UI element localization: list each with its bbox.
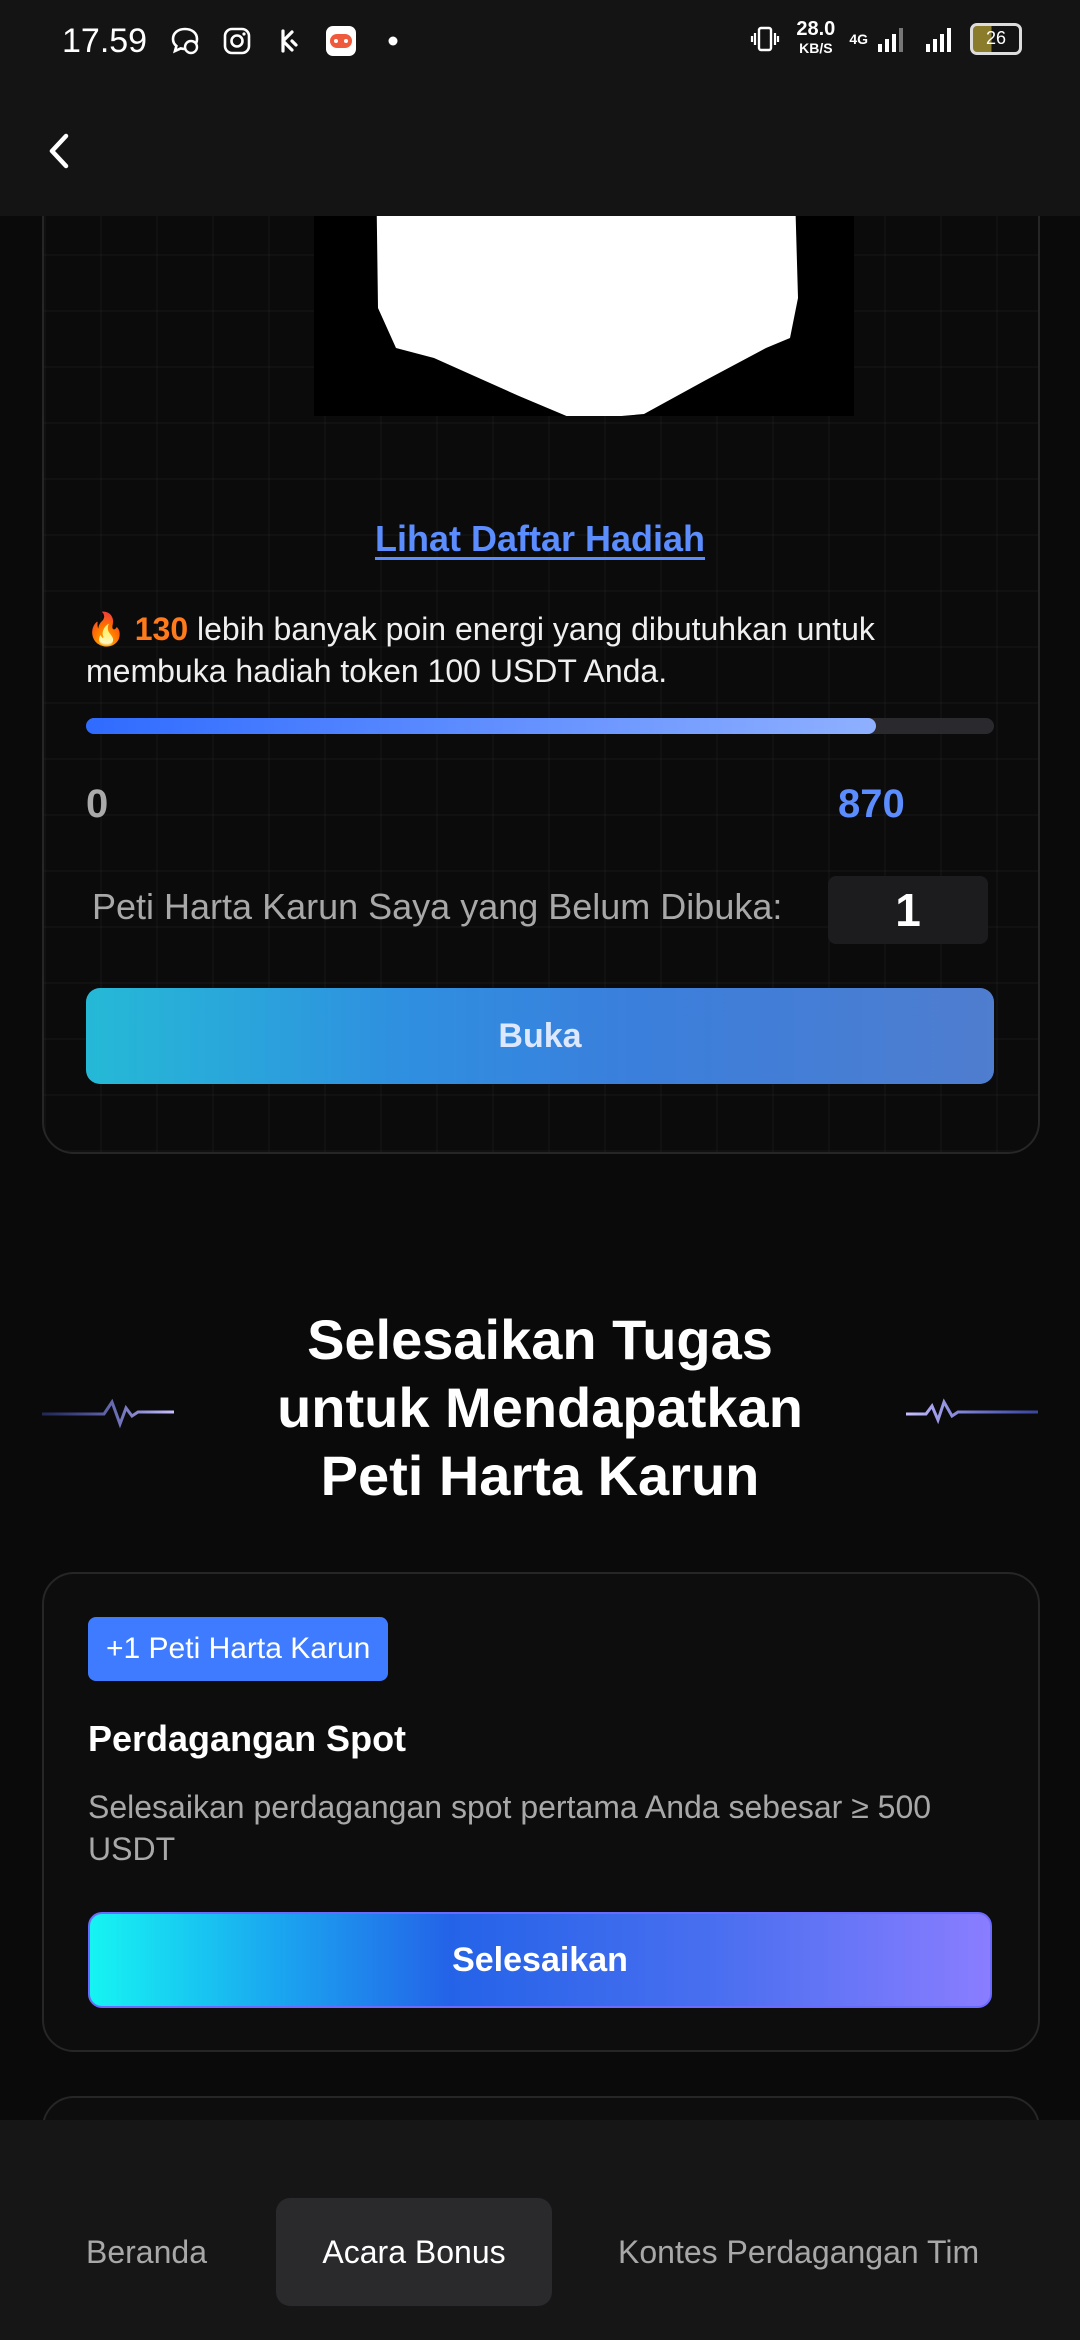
chevron-left-icon (49, 133, 69, 169)
status-time: 17.59 (62, 22, 148, 60)
notification-icons (168, 24, 410, 58)
view-prize-list-link[interactable]: Lihat Daftar Hadiah (0, 518, 1080, 560)
reward-badge: +1 Peti Harta Karun (88, 1617, 389, 1681)
progress-max-label: 870 (838, 782, 905, 826)
signal-icon (922, 22, 956, 56)
energy-progress-bar (86, 718, 994, 734)
nav-tab-team-trading-contest[interactable]: Kontes Perdagangan Tim (618, 2198, 979, 2306)
status-bar: 17.59 28.0 KB/S 4G 26 (0, 0, 1080, 86)
task-description: Selesaikan perdagangan spot pertama Anda… (88, 1789, 932, 1867)
energy-progress-fill (86, 718, 876, 734)
back-button[interactable] (36, 126, 86, 176)
vibrate-icon (748, 22, 782, 56)
battery-icon: 26 (970, 22, 1022, 55)
net-speed-unit: KB/S (799, 40, 833, 56)
page-content: Lihat Daftar Hadiah 🔥 130 lebih banyak p… (0, 216, 1080, 2120)
network-type: 4G (849, 30, 868, 47)
progress-message-text: lebih banyak poin energi yang dibutuhkan… (86, 611, 875, 689)
instagram-icon (220, 24, 254, 58)
tasks-section-title: Selesaikan Tugas untuk Mendapatkan Peti … (0, 1306, 1080, 1510)
battery-level: 26 (985, 28, 1007, 48)
title-line-1: Selesaikan Tugas (307, 1308, 773, 1371)
net-speed-value: 28.0 (796, 18, 836, 40)
nav-tab-bonus-events[interactable]: Acara Bonus (276, 2198, 552, 2306)
nav-tab-home[interactable]: Beranda (86, 2198, 207, 2306)
signal-4g-icon (874, 22, 908, 56)
complete-task-button[interactable]: Selesaikan (88, 1912, 992, 2008)
title-line-2: untuk Mendapatkan (277, 1376, 803, 1439)
unopened-chests-label: Peti Harta Karun Saya yang Belum Dibuka: (92, 886, 783, 927)
game-app-icon (324, 24, 358, 58)
kucoin-icon (272, 24, 306, 58)
open-chest-button[interactable]: Buka (86, 988, 994, 1084)
unopened-chests-count: 1 (828, 876, 988, 944)
title-line-3: Peti Harta Karun (320, 1444, 760, 1507)
more-notifications-dot (376, 24, 410, 58)
messenger-icon (168, 24, 202, 58)
prize-image (314, 216, 854, 420)
energy-progress-message: 🔥 130 lebih banyak poin energi yang dibu… (86, 608, 986, 692)
points-needed: 130 (134, 611, 189, 647)
fire-icon: 🔥 (86, 611, 126, 647)
progress-min-label: 0 (86, 782, 109, 826)
net-speed: 28.0 KB/S (796, 18, 836, 57)
treasure-chest-image (376, 216, 798, 420)
next-task-card (42, 2096, 1040, 2120)
top-bar (0, 86, 1080, 216)
task-title: Perdagangan Spot (88, 1718, 407, 1759)
system-indicators: 28.0 KB/S 4G 26 (748, 18, 1022, 57)
bottom-navigation: Beranda Acara Bonus Kontes Perdagangan T… (0, 2120, 1080, 2340)
